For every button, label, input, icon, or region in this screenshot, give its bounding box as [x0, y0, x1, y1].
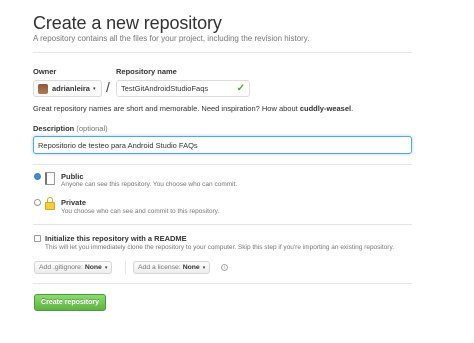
- license-prefix: Add a license:: [138, 264, 181, 271]
- chevron-down-icon: ▾: [104, 264, 108, 271]
- section-divider-2: [33, 224, 412, 225]
- readme-checkbox[interactable]: [34, 235, 41, 242]
- gitignore-value: None: [84, 264, 102, 271]
- description-label: Description (optional): [33, 124, 108, 133]
- description-input[interactable]: Repositorio de testeo para Android Studi…: [33, 136, 412, 154]
- section-divider-1: [33, 164, 412, 165]
- avatar: [38, 83, 48, 94]
- public-title: Public: [61, 172, 84, 181]
- license-select[interactable]: Add a license: None ▾: [133, 261, 211, 274]
- readme-desc: This will let you immediately clone the …: [45, 244, 395, 251]
- description-optional: (optional): [76, 124, 108, 133]
- info-icon[interactable]: i: [221, 264, 228, 271]
- hint-end: .: [351, 104, 354, 113]
- check-icon: ✓: [236, 83, 245, 94]
- license-value: None: [182, 264, 200, 271]
- hint-text: Great repository names are short and mem…: [33, 104, 300, 113]
- repo-name-input[interactable]: TestGitAndroidStudioFaqs ✓: [116, 80, 250, 97]
- public-radio[interactable]: [34, 173, 41, 180]
- owner-label: Owner: [33, 67, 57, 76]
- private-desc: You choose who can see and commit to thi…: [61, 208, 220, 215]
- readme-label: Initialize this repository with a README: [45, 234, 187, 243]
- chevron-down-icon: ▾: [92, 85, 96, 92]
- gitignore-prefix: Add .gitignore:: [39, 264, 83, 271]
- lock-icon: [45, 197, 55, 210]
- repo-name-hint: Great repository names are short and mem…: [33, 104, 353, 113]
- chevron-down-icon: ▾: [202, 264, 206, 271]
- owner-repo-separator: /: [106, 79, 110, 95]
- header-divider: [33, 52, 412, 53]
- repo-book-icon: [45, 172, 55, 185]
- public-desc: Anyone can see this repository. You choo…: [61, 181, 238, 188]
- page-subtitle: A repository contains all the files for …: [33, 34, 310, 43]
- addon-separator: [125, 261, 126, 274]
- private-radio[interactable]: [34, 199, 41, 206]
- private-title: Private: [61, 198, 87, 207]
- create-repository-button[interactable]: Create repository: [34, 294, 106, 311]
- description-label-text: Description: [33, 124, 75, 133]
- owner-select[interactable]: adrianleira ▾: [33, 80, 102, 97]
- name-suggestion-link[interactable]: cuddly-weasel: [300, 104, 351, 113]
- description-value: Repositorio de testeo para Android Studi…: [38, 140, 198, 150]
- page-title: Create a new repository: [33, 13, 222, 33]
- owner-name: adrianleira: [52, 84, 90, 93]
- repo-name-label: Repository name: [116, 67, 177, 76]
- section-divider-3: [33, 283, 412, 284]
- repo-name-value: TestGitAndroidStudioFaqs: [121, 84, 209, 93]
- gitignore-select[interactable]: Add .gitignore: None ▾: [34, 261, 113, 274]
